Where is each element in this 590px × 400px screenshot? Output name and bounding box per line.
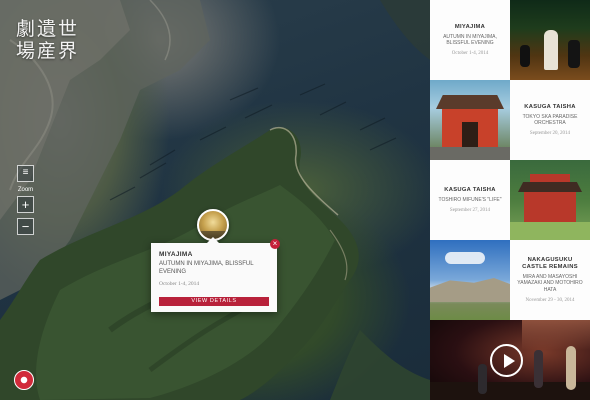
event-card-1[interactable]: MIYAJIMA AUTUMN IN MIYAJIMA, BLISSFUL EV… (430, 0, 510, 80)
shrine-body (524, 192, 576, 222)
event-popup: × MIYAJIMA AUTUMN IN MIYAJIMA, BLISSFUL … (151, 237, 280, 312)
close-icon[interactable]: × (270, 239, 280, 249)
performer-shape (544, 30, 558, 70)
zoom-label: Zoom (17, 187, 34, 193)
events-panel: MIYAJIMA AUTUMN IN MIYAJIMA, BLISSFUL EV… (430, 0, 590, 400)
event-photo-1[interactable] (510, 0, 590, 80)
cloud-shape (445, 252, 485, 264)
play-icon[interactable] (490, 344, 523, 377)
shrine-door (462, 122, 478, 147)
map-controls: ≡ Zoom + − (17, 165, 34, 240)
performer-shape (520, 45, 530, 67)
popup-date: October 1-4, 2014 (159, 281, 200, 287)
performer-shape (566, 346, 576, 390)
event-title: KASUGA TAISHA (524, 103, 576, 110)
popup-subtitle: AUTUMN IN MIYAJIMA, BLISSFUL EVENING (159, 261, 254, 275)
logo-row-1: 劇遺世 (16, 18, 80, 40)
brand-mark[interactable] (14, 368, 68, 392)
video-tile[interactable] (430, 320, 590, 400)
event-title: MIYAJIMA (454, 23, 486, 30)
event-subtitle: TOKYO SKA PARADISE ORCHESTRA (522, 113, 578, 126)
event-photo-3[interactable] (510, 160, 590, 240)
event-date: September 20, 2014 (529, 131, 571, 137)
event-subtitle: TOSHIRO MIFUNE'S "LIFE" (438, 196, 502, 203)
zoom-out-button[interactable]: − (17, 218, 34, 235)
shrine-upper (530, 174, 570, 183)
event-photo-2[interactable] (430, 80, 510, 160)
event-date: September 27, 2014 (449, 208, 491, 214)
zoom-in-button[interactable]: + (17, 196, 34, 213)
performer-shape (568, 40, 580, 68)
shrine-base (430, 147, 510, 160)
stage-light (522, 320, 590, 350)
satellite-map[interactable]: 劇遺世 場産界 ≡ Zoom + − × MIYAJIMA AUTUMN IN … (0, 0, 430, 400)
castle-wall (430, 278, 510, 302)
event-card-2[interactable]: KASUGA TAISHA TOKYO SKA PARADISE ORCHEST… (510, 80, 590, 160)
site-logo[interactable]: 劇遺世 場産界 (16, 18, 86, 62)
lawn (510, 222, 590, 240)
shrine-roof (436, 95, 504, 109)
popup-title: MIYAJIMA (159, 251, 193, 258)
event-card-3[interactable]: KASUGA TAISHA TOSHIRO MIFUNE'S "LIFE" Se… (430, 160, 510, 240)
event-date: October 1-4, 2014 (451, 51, 489, 57)
event-subtitle: AUTUMN IN MIYAJIMA, BLISSFUL EVENING (443, 33, 497, 46)
flower-logo-icon (14, 370, 34, 390)
event-date: November 29 - 30, 2014 (525, 297, 575, 303)
event-subtitle: MIRA AND MASAYOSHI YAMAZAKI AND MOTOHIRO… (517, 274, 583, 293)
performer-shape (478, 364, 487, 394)
performer-shape (534, 350, 543, 388)
event-title: NAKAGUSUKU CASTLE REMAINS (522, 257, 578, 271)
event-title: KASUGA TAISHA (444, 186, 496, 193)
event-card-4[interactable]: NAKAGUSUKU CASTLE REMAINS MIRA AND MASAY… (510, 240, 590, 320)
shrine-roof (518, 182, 582, 192)
view-details-button[interactable]: VIEW DETAILS (159, 297, 269, 306)
menu-button[interactable]: ≡ (17, 165, 34, 182)
logo-row-2: 場産界 (16, 40, 80, 62)
event-photo-4[interactable] (430, 240, 510, 320)
